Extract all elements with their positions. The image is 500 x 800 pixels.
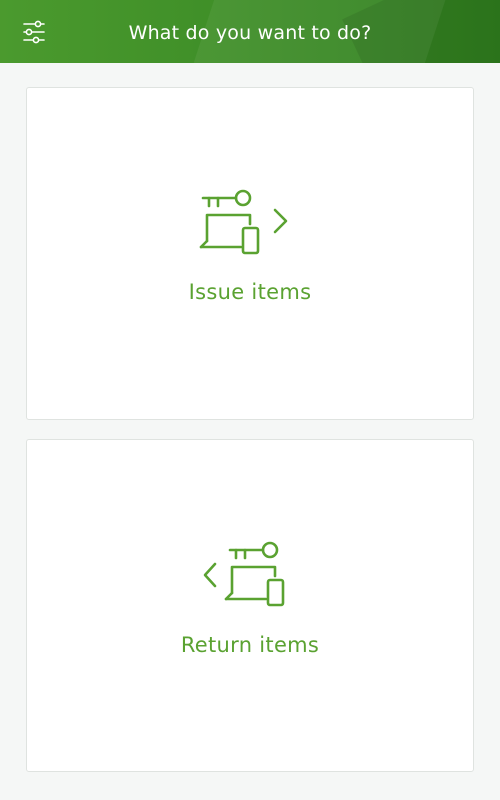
return-items-icon xyxy=(203,541,285,607)
sliders-filter-icon xyxy=(23,20,45,44)
issue-items-label: Issue items xyxy=(188,280,312,304)
app-header: What do you want to do? xyxy=(0,0,500,63)
page-title: What do you want to do? xyxy=(128,22,372,44)
issue-items-icon xyxy=(199,189,288,255)
return-items-label: Return items xyxy=(180,633,320,657)
filter-button[interactable] xyxy=(18,18,50,46)
return-items-card[interactable]: Return items xyxy=(26,439,474,772)
issue-items-card[interactable]: Issue items xyxy=(26,87,474,420)
